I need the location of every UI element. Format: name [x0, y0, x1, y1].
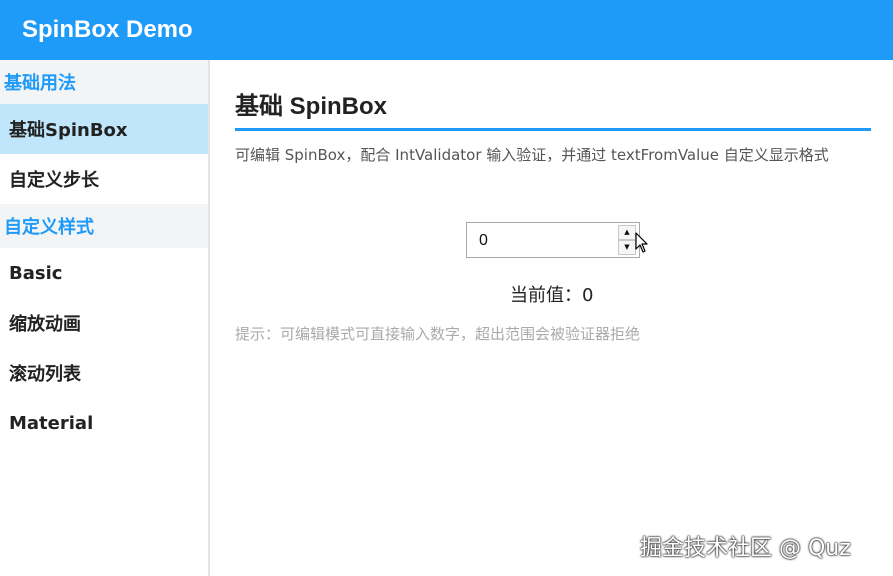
sidebar-item-scroll-list[interactable]: 滚动列表 [0, 348, 208, 398]
sidebar-item-basic-spinbox[interactable]: 基础SpinBox [0, 104, 208, 154]
hint-text: 提示：可编辑模式可直接输入数字，超出范围会被验证器拒绝 [235, 325, 641, 343]
sidebar: 基础用法 基础SpinBox 自定义步长 自定义样式 Basic 缩放动画 滚动… [0, 60, 210, 576]
sidebar-item-label: 基础SpinBox [9, 120, 128, 141]
caret-down-icon: ▼ [624, 243, 630, 251]
app-header: SpinBox Demo [0, 0, 893, 60]
sidebar-item-label: 缩放动画 [9, 314, 81, 335]
sidebar-item-custom-step[interactable]: 自定义步长 [0, 154, 208, 204]
main-content: 基础 SpinBox 可编辑 SpinBox，配合 IntValidator 输… [210, 60, 893, 576]
sidebar-group-custom-style: 自定义样式 [0, 204, 208, 248]
title-divider [235, 128, 871, 131]
sidebar-item-label: Material [9, 412, 94, 434]
caret-up-icon: ▲ [624, 228, 630, 236]
current-value-label: 当前值：0 [510, 285, 594, 306]
sidebar-item-label: Basic [9, 262, 63, 284]
page-description: 可编辑 SpinBox，配合 IntValidator 输入验证，并通过 tex… [235, 146, 829, 164]
mouse-cursor-icon [635, 232, 648, 253]
sidebar-item-label: 自定义步长 [9, 170, 99, 191]
sidebar-item-basic[interactable]: Basic [0, 248, 208, 298]
page-title: 基础 SpinBox [235, 93, 388, 120]
spinbox[interactable]: 0 ▲ ▼ [466, 222, 640, 258]
spinbox-value[interactable]: 0 [479, 232, 488, 250]
sidebar-item-material[interactable]: Material [0, 398, 208, 448]
watermark: 掘金技术社区 @ Quz [640, 536, 851, 561]
spinbox-increment-button[interactable]: ▲ [618, 225, 636, 240]
spinbox-decrement-button[interactable]: ▼ [618, 240, 636, 255]
sidebar-item-label: 滚动列表 [9, 364, 81, 385]
app-title: SpinBox Demo [22, 16, 193, 43]
sidebar-group-basic: 基础用法 [0, 60, 208, 104]
sidebar-item-scale-animation[interactable]: 缩放动画 [0, 298, 208, 348]
